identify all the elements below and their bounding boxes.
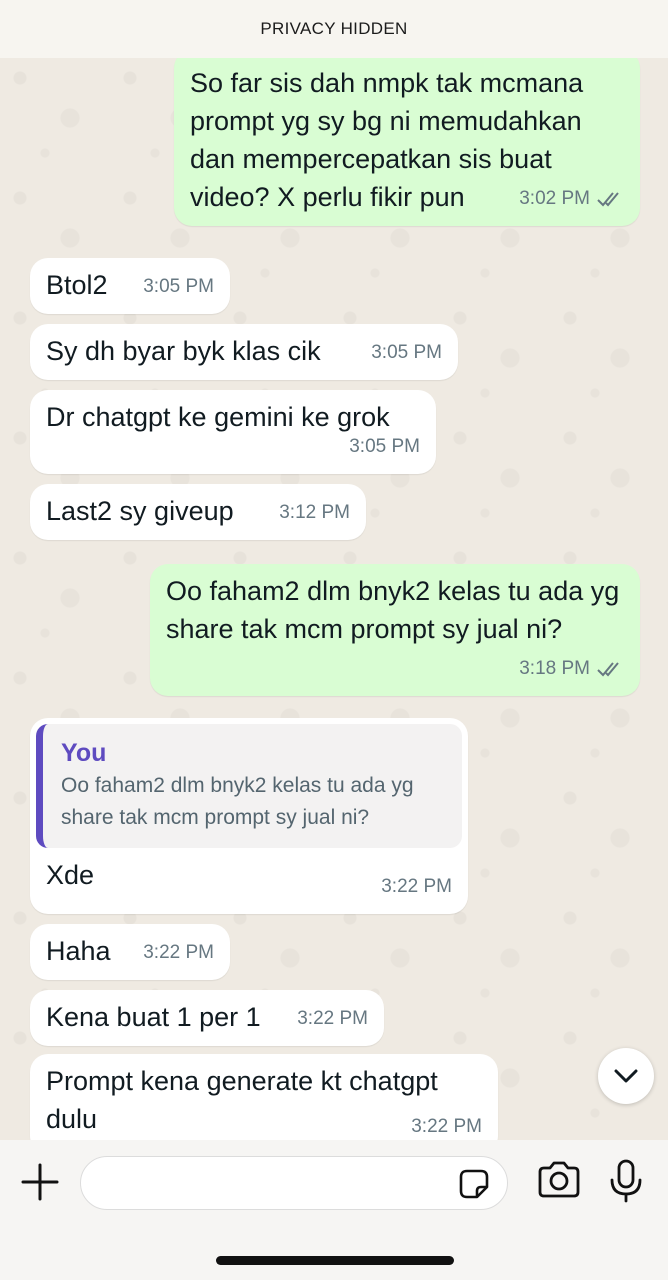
chat-message-list[interactable]: So far sis dah nmpk tak mcmana prompt yg… <box>0 58 668 1140</box>
message-text: Last2 sy giveup <box>46 496 234 526</box>
message-text: Dr chatgpt ke gemini ke grok <box>46 402 390 432</box>
message-input-container[interactable] <box>80 1156 508 1210</box>
composer-bar <box>0 1140 668 1280</box>
quoted-author: You <box>61 739 107 767</box>
message-time: 3:18 PM <box>519 658 590 679</box>
double-check-icon <box>597 192 619 207</box>
message-time: 3:22 PM <box>297 1008 368 1029</box>
message-bubble-incoming[interactable]: Haha 3:22 PM <box>30 924 230 980</box>
privacy-banner-text: PRIVACY HIDDEN <box>260 19 408 38</box>
message-meta: 3:12 PM <box>279 494 350 532</box>
message-meta: 3:22 PM <box>381 868 452 906</box>
double-check-icon <box>597 662 619 677</box>
quoted-text: Oo faham2 dlm bnyk2 kelas tu ada yg shar… <box>61 774 414 829</box>
message-input[interactable] <box>81 1157 441 1209</box>
message-text: Haha <box>46 936 111 966</box>
message-meta: 3:22 PM <box>297 1000 368 1038</box>
message-time: 3:22 PM <box>411 1116 482 1137</box>
message-time: 3:05 PM <box>371 342 442 363</box>
message-bubble-incoming[interactable]: Sy dh byar byk klas cik 3:05 PM <box>30 324 458 380</box>
message-bubble-outgoing[interactable]: Oo faham2 dlm bnyk2 kelas tu ada yg shar… <box>150 564 640 696</box>
message-meta: 3:05 PM <box>143 268 214 306</box>
message-text: Btol2 <box>46 270 108 300</box>
microphone-icon[interactable] <box>606 1158 646 1204</box>
home-indicator <box>216 1256 454 1265</box>
message-text: Oo faham2 dlm bnyk2 kelas tu ada yg shar… <box>166 576 620 644</box>
chevron-down-icon <box>614 1069 638 1083</box>
message-bubble-incoming[interactable]: Btol2 3:05 PM <box>30 258 230 314</box>
message-bubble-outgoing[interactable]: So far sis dah nmpk tak mcmana prompt yg… <box>174 58 640 226</box>
message-time: 3:12 PM <box>279 502 350 523</box>
message-time: 3:22 PM <box>143 942 214 963</box>
message-meta: 3:05 PM <box>371 334 442 372</box>
message-bubble-incoming[interactable]: Kena buat 1 per 1 3:22 PM <box>30 990 384 1046</box>
message-time: 3:02 PM <box>519 188 590 209</box>
message-text: Xde <box>46 860 95 890</box>
scroll-to-bottom-button[interactable] <box>598 1048 654 1104</box>
message-bubble-incoming[interactable]: Last2 sy giveup 3:12 PM <box>30 484 366 540</box>
message-time: 3:22 PM <box>381 876 452 897</box>
message-bubble-reply[interactable]: You Oo faham2 dlm bnyk2 kelas tu ada yg … <box>30 718 468 914</box>
message-meta: 3:22 PM <box>143 934 214 972</box>
message-meta: 3:22 PM <box>411 1108 482 1140</box>
message-bubble-incoming[interactable]: Dr chatgpt ke gemini ke grok 3:05 PM <box>30 390 436 474</box>
message-text: Prompt kena generate kt chatgpt dulu <box>46 1066 438 1134</box>
privacy-banner: PRIVACY HIDDEN <box>0 0 668 58</box>
message-time: 3:05 PM <box>143 276 214 297</box>
camera-icon[interactable] <box>536 1160 582 1200</box>
message-text: Sy dh byar byk klas cik <box>46 336 321 366</box>
quoted-message[interactable]: You Oo faham2 dlm bnyk2 kelas tu ada yg … <box>36 724 462 848</box>
message-bubble-incoming[interactable]: Prompt kena generate kt chatgpt dulu 3:2… <box>30 1054 498 1140</box>
plus-icon[interactable] <box>20 1162 60 1202</box>
message-meta: 3:02 PM <box>519 180 624 218</box>
message-meta: 3:05 PM <box>349 428 420 466</box>
sticker-icon[interactable] <box>457 1167 491 1201</box>
message-meta: 3:18 PM <box>519 650 624 688</box>
message-text: Kena buat 1 per 1 <box>46 1002 261 1032</box>
message-time: 3:05 PM <box>349 436 420 457</box>
